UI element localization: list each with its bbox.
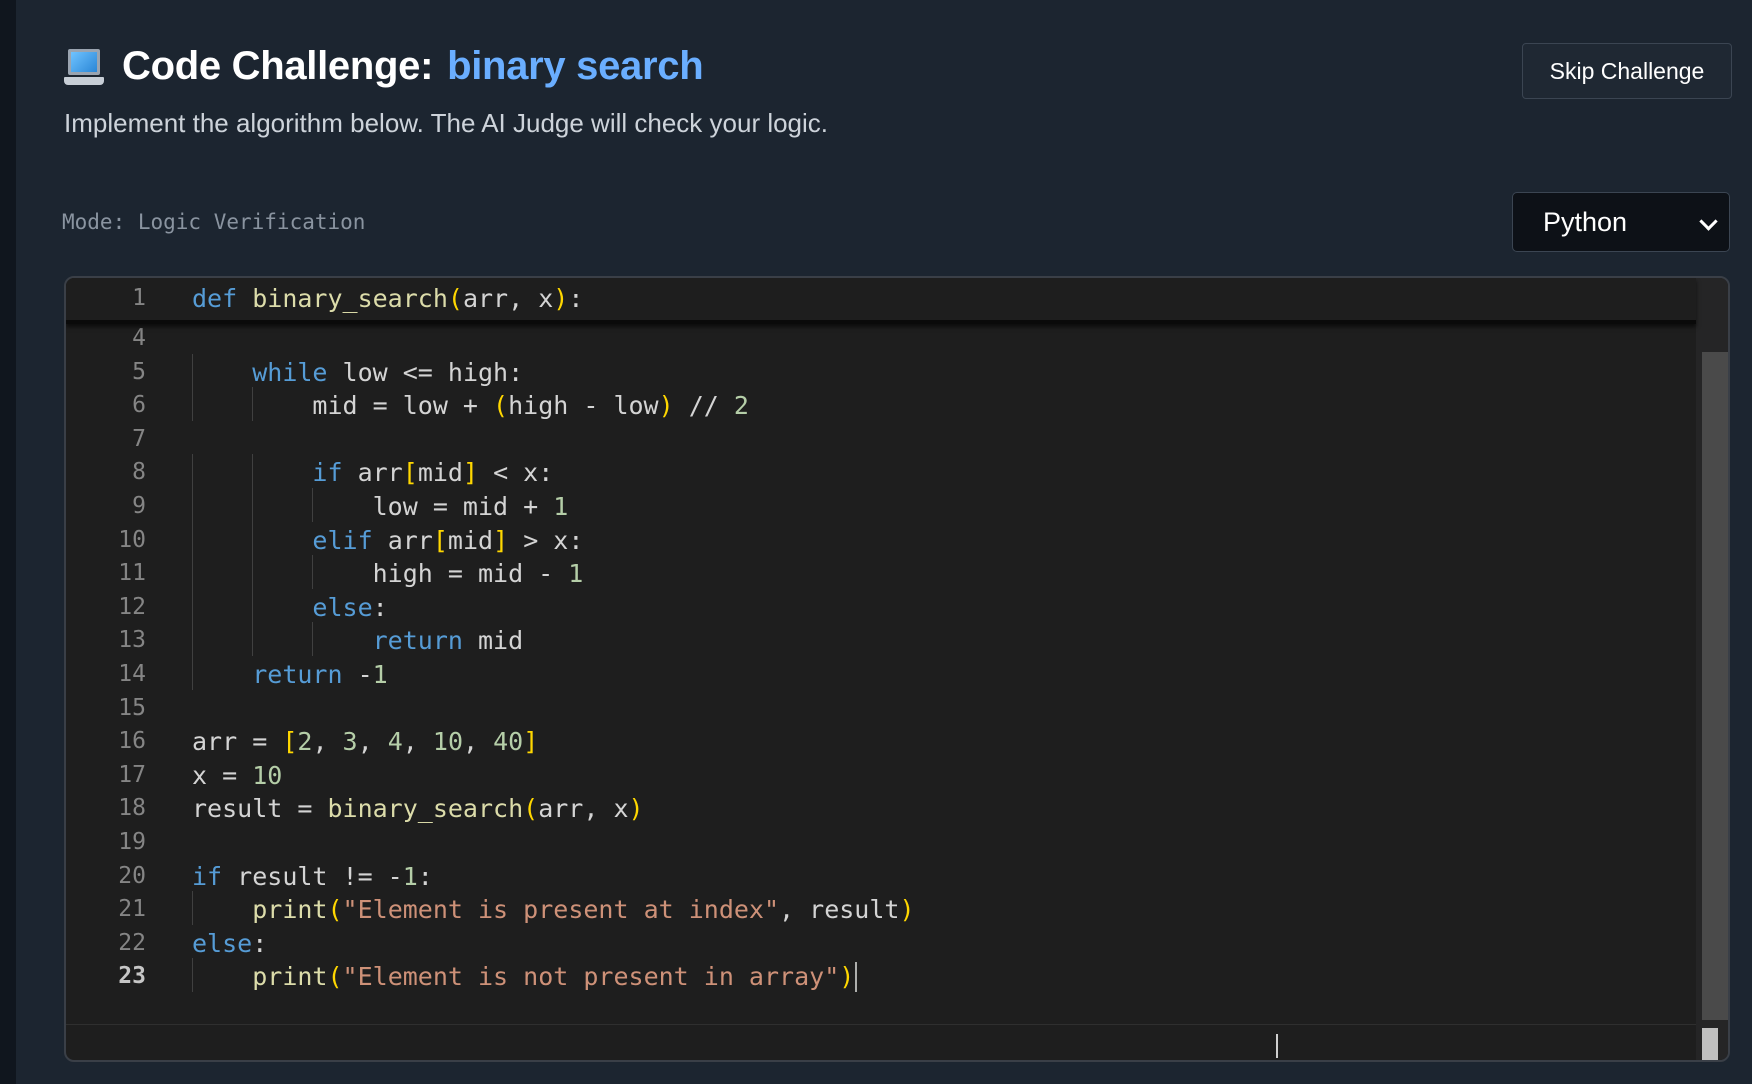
code-line: while low <= high: — [252, 357, 524, 387]
code-line: low = mid + 1 — [192, 492, 569, 521]
indent-guide — [312, 488, 314, 522]
line-number: 5 — [132, 358, 146, 385]
code-line: else: — [192, 928, 268, 958]
line-number: 16 — [118, 728, 146, 755]
indent-guide — [252, 555, 254, 589]
indent-guide — [252, 521, 254, 556]
code-row: 12 else: — [66, 588, 1696, 626]
sticky-scroll-line: 1 def binary_search(arr, x): — [66, 278, 1696, 324]
code-editor[interactable]: 1 def binary_search(arr, x): 45 while lo… — [64, 276, 1730, 1062]
code-row: 23 print("Element is not present in arra… — [66, 958, 1696, 995]
line-number: 14 — [118, 661, 146, 687]
code-row: 9 low = mid + 1 — [66, 488, 1696, 525]
code-row: 16 arr = [2, 3, 4, 10, 40] — [66, 723, 1696, 760]
line-number: 19 — [118, 829, 146, 855]
code-row: 15 — [66, 690, 1696, 727]
code-row: 19 — [66, 824, 1696, 861]
code-row: 18 result = binary_search(arr, x) — [66, 790, 1696, 827]
code-line: print("Element is not present in array") — [252, 962, 855, 992]
skip-challenge-button[interactable]: Skip Challenge — [1522, 43, 1732, 99]
code-line: def binary_search(arr, x): — [192, 284, 584, 313]
indent-guide — [312, 622, 314, 656]
line-number: 20 — [118, 862, 146, 889]
code-row: 8 if arr[mid] < x: — [66, 454, 1696, 491]
code-line: result = binary_search(arr, x) — [192, 794, 644, 824]
line-number: 10 — [118, 526, 146, 553]
line-number: 23 — [118, 963, 146, 990]
laptop-icon — [64, 47, 104, 87]
line-number: 21 — [118, 896, 146, 923]
indent-guide — [252, 387, 254, 421]
code-row: 20 if result != -1: — [66, 858, 1696, 895]
line-number: 8 — [132, 459, 146, 486]
code-line: if arr[mid] < x: — [312, 458, 554, 488]
code-line: else: — [312, 592, 388, 622]
code-line: mid = low + (high - low) // 2 — [192, 391, 749, 421]
indent-guide — [192, 588, 193, 623]
indent-guide — [252, 488, 254, 522]
indent-guide — [192, 454, 193, 488]
language-select[interactable]: Python — [1512, 192, 1730, 252]
code-row: 6 mid = low + (high - low) // 2 — [66, 387, 1696, 424]
code-row: 22 else: — [66, 925, 1696, 962]
indent-guide — [192, 488, 193, 522]
line-number: 9 — [132, 493, 146, 519]
line-number: 17 — [118, 761, 146, 788]
indent-guide — [192, 891, 193, 925]
code-line: if result != -1: — [192, 861, 433, 891]
code-row: 5 while low <= high: — [66, 353, 1696, 391]
challenge-topic: binary search — [447, 44, 704, 88]
line-number: 1 — [132, 285, 146, 311]
code-row: 4 — [66, 320, 1696, 357]
code-row: 13 return mid — [66, 622, 1696, 659]
indent-guide — [252, 454, 254, 488]
code-row: 10 elif arr[mid] > x: — [66, 521, 1696, 559]
code-line: return -1 — [252, 660, 388, 689]
indent-guide — [192, 622, 193, 656]
indent-guide — [192, 521, 193, 556]
code-line: print("Element is present at index", res… — [252, 895, 915, 925]
line-number: 12 — [118, 593, 146, 620]
indent-guide — [192, 387, 193, 421]
code-line: elif arr[mid] > x: — [312, 525, 584, 555]
indent-guide — [192, 656, 193, 690]
line-number: 18 — [118, 795, 146, 822]
indent-guide — [192, 555, 193, 589]
line-number: 4 — [132, 325, 146, 351]
line-number: 6 — [132, 392, 146, 419]
page-title: Code Challenge: binary search — [122, 44, 704, 88]
text-cursor — [855, 962, 858, 993]
code-line: high = mid - 1 — [192, 559, 584, 589]
code-row: 17 x = 10 — [66, 757, 1696, 794]
code-row: 14 return -1 — [66, 656, 1696, 693]
language-select-value: Python — [1543, 206, 1628, 237]
line-number: 22 — [118, 929, 146, 956]
indent-guide — [252, 622, 254, 656]
current-line-highlight — [66, 1024, 1696, 1060]
line-number: 7 — [132, 425, 146, 452]
indent-guide — [192, 353, 193, 388]
code-line: x = 10 — [192, 760, 283, 790]
indent-guide — [252, 588, 254, 623]
code-line: return mid — [372, 626, 524, 656]
editor-scrollbar-thumb[interactable] — [1702, 352, 1728, 1020]
challenge-header: Code Challenge: binary search — [64, 44, 704, 89]
mode-label: Mode: Logic Verification — [62, 210, 366, 234]
chevron-down-icon — [1699, 212, 1718, 231]
code-row: 7 — [66, 421, 1696, 458]
code-row: 11 high = mid - 1 — [66, 555, 1696, 592]
challenge-subtitle: Implement the algorithm below. The AI Ju… — [64, 108, 829, 138]
code-row: 21 print("Element is present at index", … — [66, 891, 1696, 928]
mouse-text-cursor — [1276, 1034, 1278, 1058]
page-edge — [0, 0, 16, 1084]
code-line: arr = [2, 3, 4, 10, 40] — [192, 727, 539, 757]
line-number: 15 — [118, 694, 146, 721]
indent-guide — [192, 958, 193, 992]
line-number: 11 — [118, 560, 146, 587]
indent-guide — [312, 555, 314, 589]
scrollbar-position-marker — [1702, 1028, 1718, 1060]
line-number: 13 — [118, 627, 146, 654]
